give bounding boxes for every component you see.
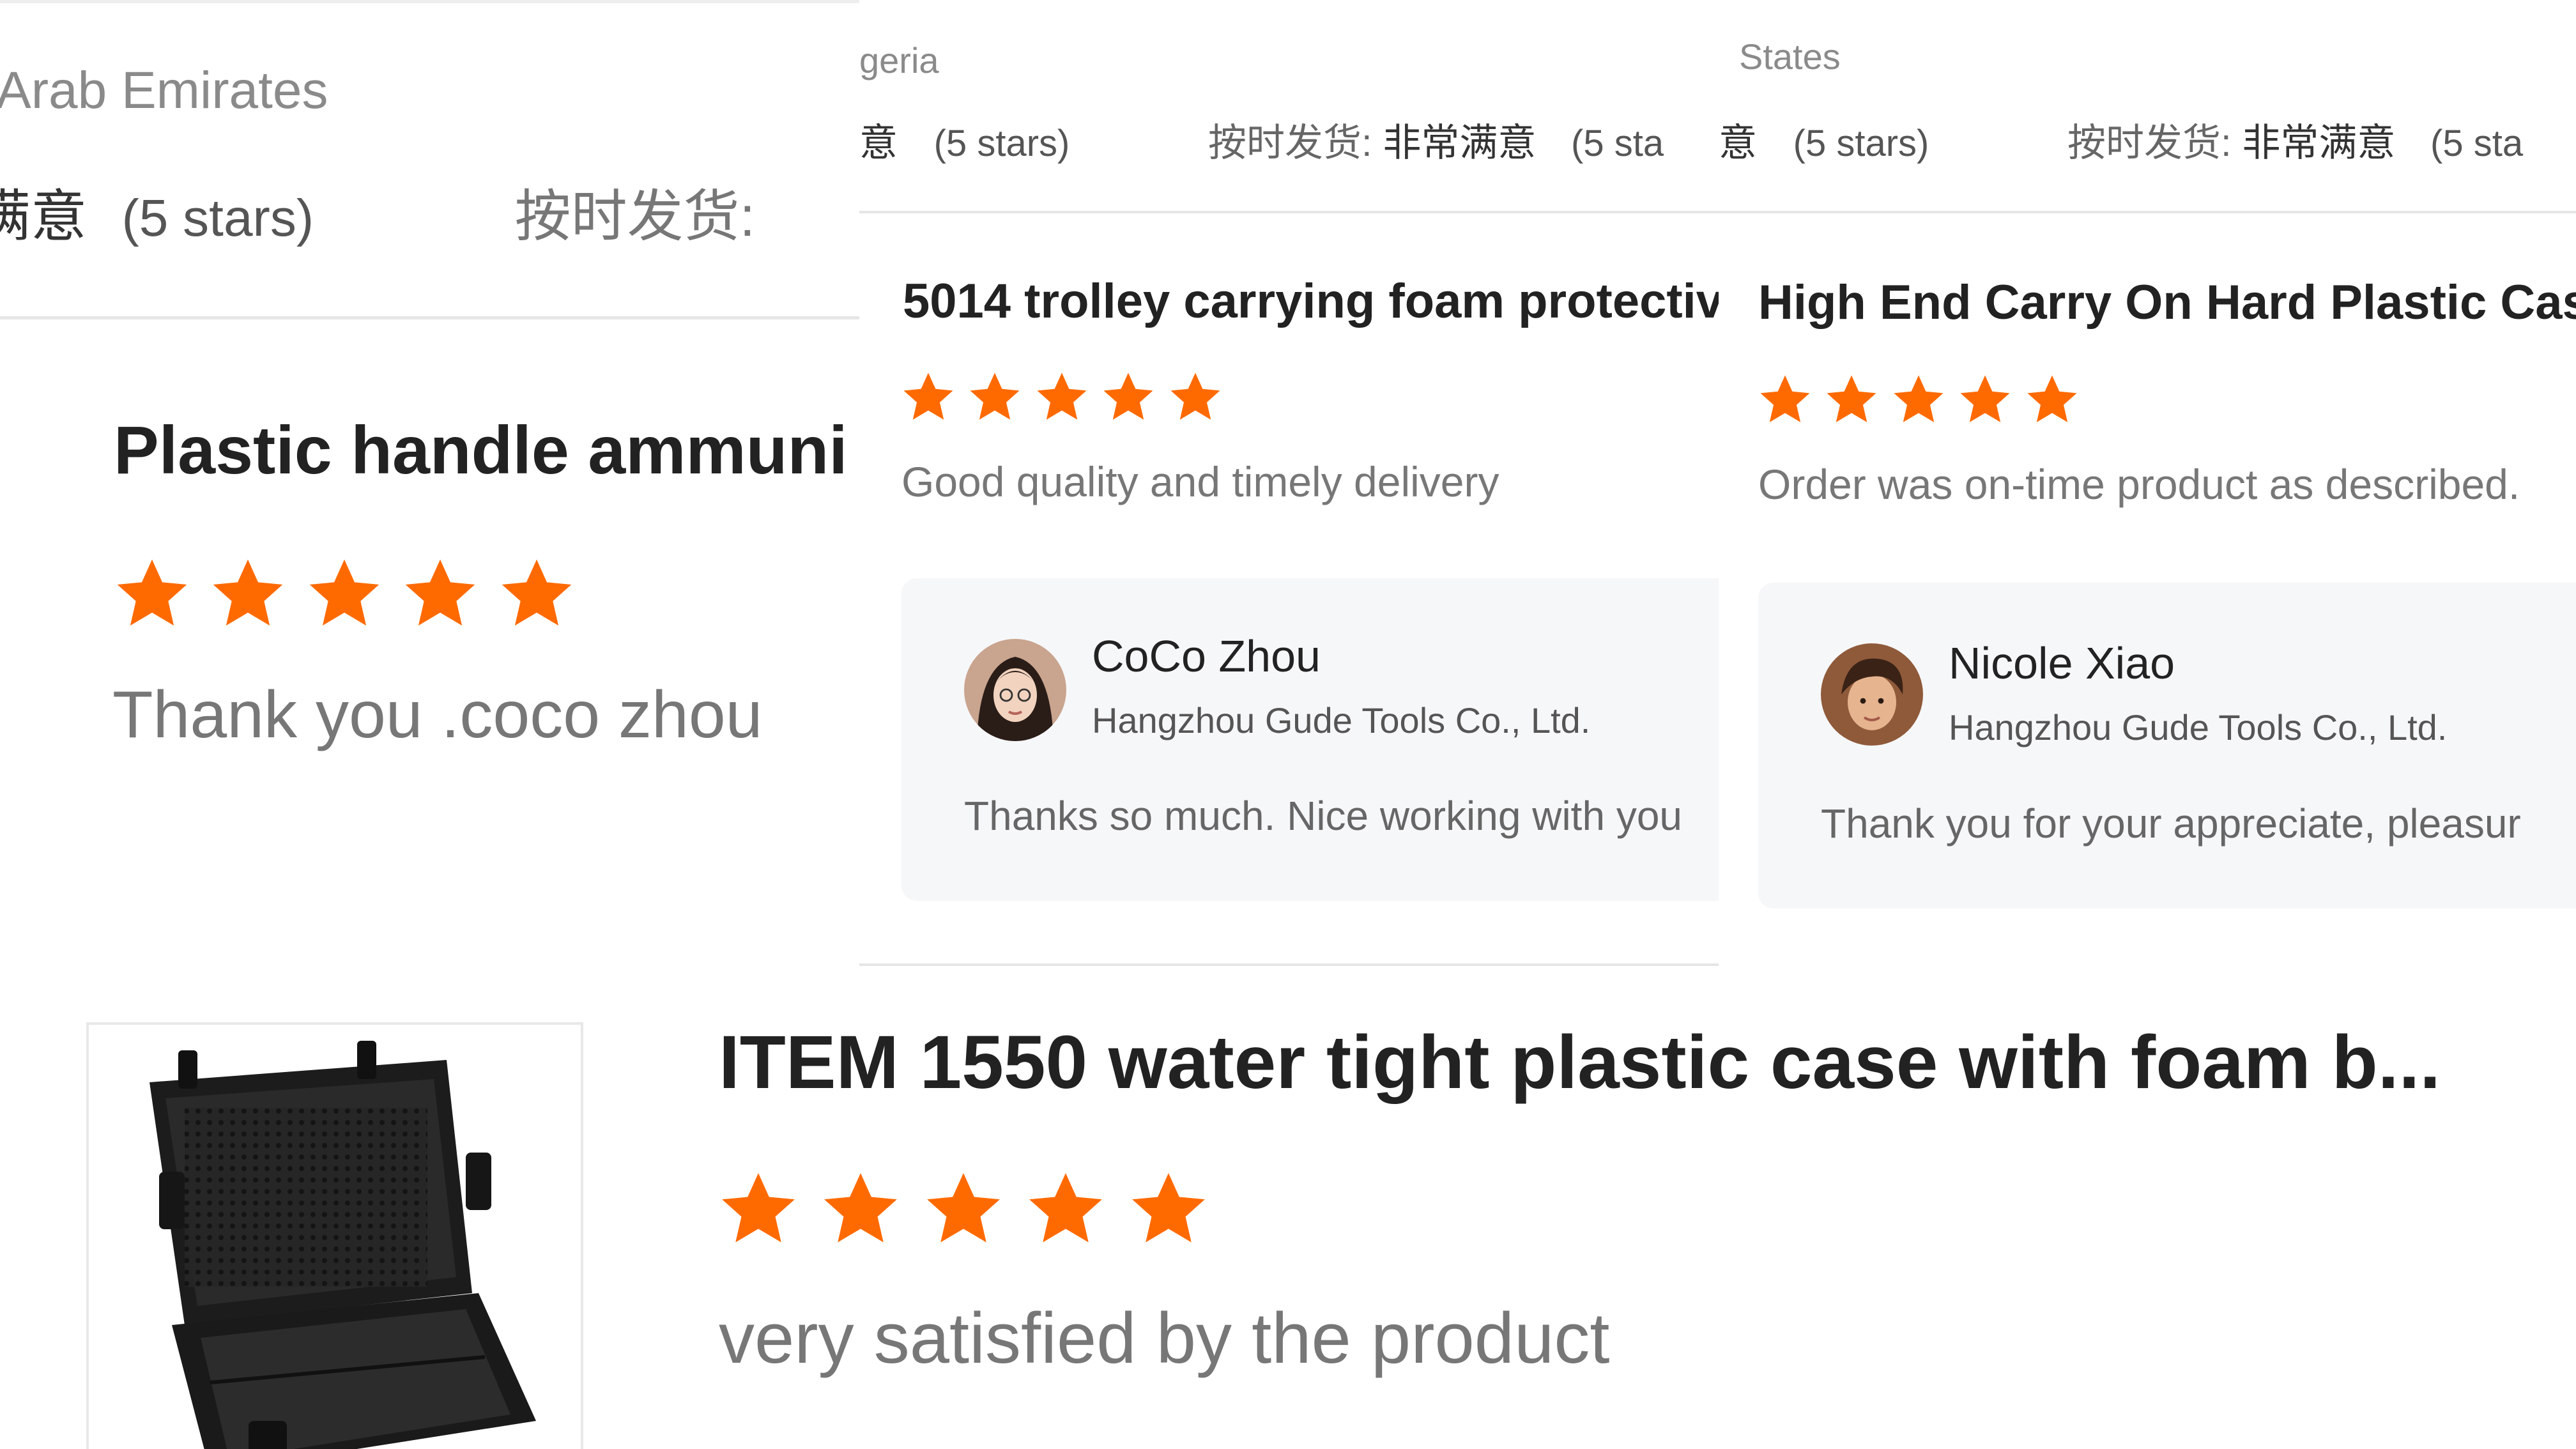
seller-reply: CoCo Zhou Hangzhou Gude Tools Co., Ltd. … [901,578,1719,901]
star-icon [900,369,956,425]
rating-value: 满意 [0,185,88,248]
star-icon [1823,372,1880,428]
star-icon [1100,369,1156,425]
star-icon [2024,372,2080,428]
delivery-rating: 非常满意 [1383,121,1537,164]
reviewer-country: Arab Emirates [0,61,328,119]
reply-author-name: CoCo Zhou [1092,631,1321,681]
review-comment: Thank you .coco zhou [112,678,763,752]
star-icon [967,369,1023,425]
middle-review-panel: geria 意 (5 stars) 按时发货: 非常满意 (5 sta 5014… [859,0,1719,971]
bottom-review-panel: ITEM 1550 water tight plastic case with … [0,984,2576,1449]
product-title[interactable]: 5014 trolley carrying foam protective [903,273,1719,329]
rating-value: 意 [1719,121,1757,164]
review-comment: Order was on-time product as described. [1758,461,2520,508]
delivery-stars-text: (5 sta [1571,123,1664,164]
product-image[interactable] [86,1022,583,1449]
delivery-label: 按时发货: [514,185,756,248]
delivery-stars-text: (5 sta [2430,123,2524,164]
star-rating [112,555,576,634]
avatar [1821,643,1923,746]
star-icon [208,555,288,634]
star-icon [717,1168,800,1251]
star-icon [1890,372,1947,428]
rating-row: 满意 (5 stars) 按时发货: [0,171,755,252]
reply-company: Hangzhou Gude Tools Co., Ltd. [1092,700,1591,740]
star-icon [305,555,384,634]
rating-stars-text: (5 stars) [121,189,314,247]
star-icon [1167,369,1223,425]
review-comment: Good quality and timely delivery [901,458,1499,505]
star-icon [112,555,192,634]
star-icon [1957,372,2013,428]
review-comment: very satisfied by the product [719,1298,1610,1378]
delivery-rating: 非常满意 [2242,121,2396,164]
divider [0,316,859,319]
avatar [964,639,1066,741]
right-review-panel: States 意 (5 stars) 按时发货: 非常满意 (5 sta Hig… [1719,0,2576,971]
star-rating [900,369,1223,425]
product-title[interactable]: High End Carry On Hard Plastic Case [1758,275,2576,330]
rating-row: 意 (5 stars) 按时发货: 非常满意 (5 sta [859,112,1664,167]
reply-text: Thank you for your appreciate, pleasur [1821,801,2521,847]
star-icon [1757,372,1813,428]
divider [859,963,1719,966]
star-icon [1127,1168,1210,1251]
delivery-label: 按时发货: [2067,121,2232,164]
rating-stars-text: (5 stars) [1793,123,1929,164]
star-icon [1024,1168,1107,1251]
reply-author-name: Nicole Xiao [1949,638,2175,688]
star-icon [497,555,576,634]
product-title[interactable]: ITEM 1550 water tight plastic case with … [719,1019,2520,1106]
rating-row: 意 (5 stars) 按时发货: 非常满意 (5 sta [1719,112,2523,167]
plastic-case-image [150,1041,536,1449]
seller-reply: Nicole Xiao Hangzhou Gude Tools Co., Ltd… [1758,583,2576,908]
divider [0,0,859,3]
rating-value: 意 [859,121,898,164]
star-rating [717,1168,1210,1251]
reviewer-country: geria [859,40,939,80]
delivery-label: 按时发货: [1208,121,1372,164]
star-icon [1034,369,1090,425]
reviewer-country: States [1739,36,1841,77]
star-rating [1757,372,2080,428]
star-icon [922,1168,1005,1251]
reply-company: Hangzhou Gude Tools Co., Ltd. [1949,707,2448,747]
left-review-panel: Arab Emirates 满意 (5 stars) 按时发货: Plastic… [0,0,859,984]
star-icon [401,555,480,634]
divider [1719,211,2576,213]
product-title[interactable]: Plastic handle ammuni [114,412,848,489]
divider [859,211,1719,213]
rating-stars-text: (5 stars) [933,123,1070,164]
star-icon [819,1168,902,1251]
reply-text: Thanks so much. Nice working with you [964,793,1682,839]
